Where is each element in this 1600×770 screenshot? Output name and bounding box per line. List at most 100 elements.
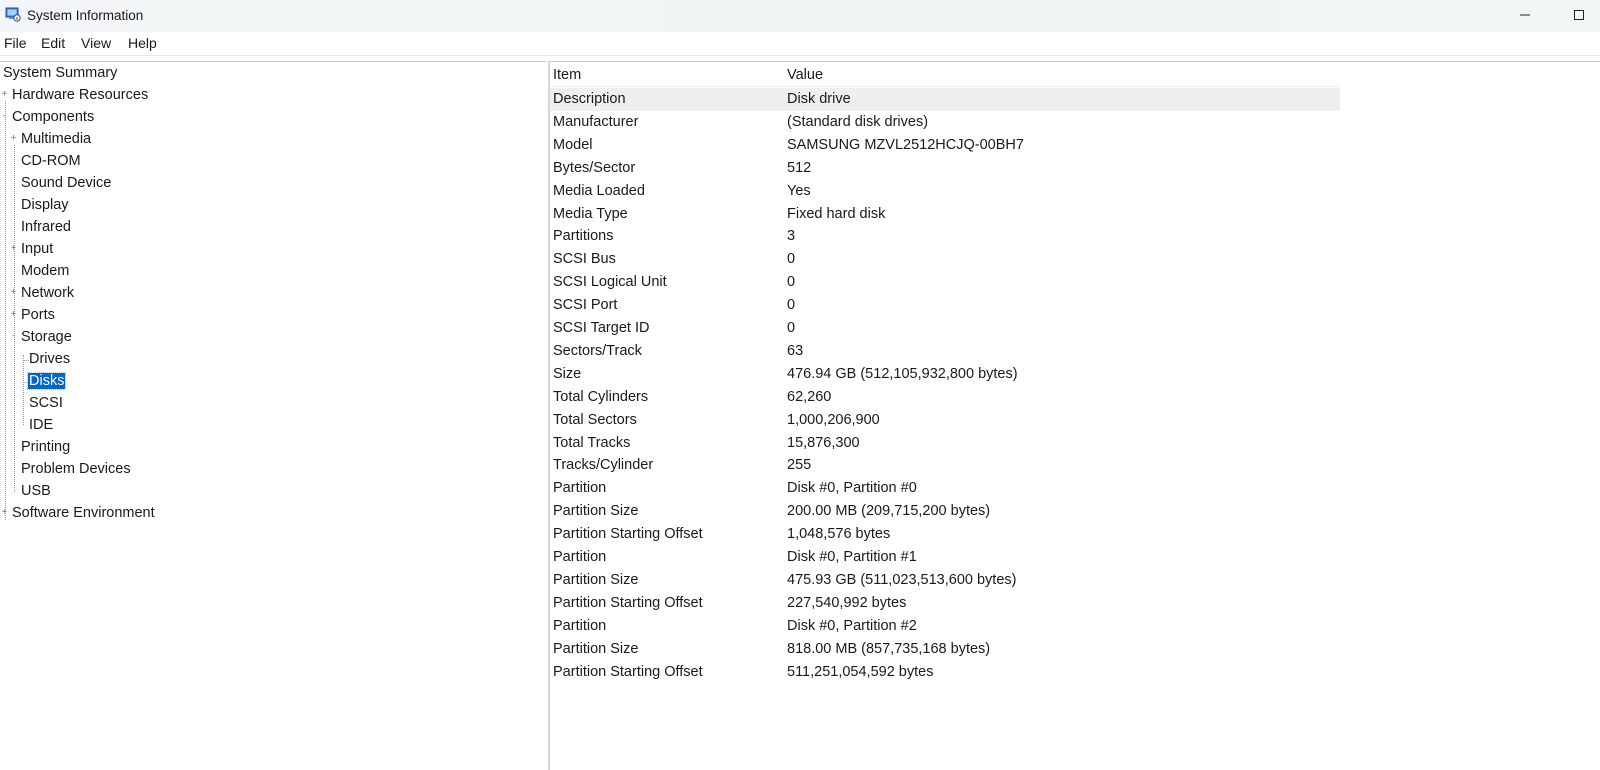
table-row[interactable]: Manufacturer (Standard disk drives) bbox=[550, 111, 1340, 134]
row-value-cell: 0 bbox=[787, 320, 796, 336]
row-value-cell: 15,876,300 bbox=[787, 434, 860, 451]
table-row[interactable]: Partition Starting Offset 227,540,992 byt… bbox=[550, 592, 1340, 615]
table-row[interactable]: SCSI Bus 0 bbox=[550, 248, 1340, 271]
tree-item-usb[interactable]: USB bbox=[20, 480, 52, 502]
table-row[interactable]: Partition Disk #0, Partition #0 bbox=[550, 477, 1340, 500]
minimize-button[interactable] bbox=[1502, 0, 1548, 32]
tree-item-software-environment[interactable]: + Software Environment bbox=[2, 502, 156, 524]
row-value-cell: 0 bbox=[787, 297, 796, 314]
table-row[interactable]: Total Tracks 15,876,300 bbox=[550, 432, 1340, 455]
row-item-cell: Description bbox=[553, 91, 626, 107]
expand-plus-icon[interactable]: + bbox=[0, 508, 9, 517]
row-item-cell: Partition Starting Offset bbox=[553, 663, 703, 680]
row-item-cell: SCSI Bus bbox=[553, 251, 616, 268]
tree-item-label: Software Environment bbox=[12, 505, 155, 521]
tree-item-cd-rom[interactable]: CD-ROM bbox=[20, 150, 82, 172]
table-row[interactable]: Partition Disk #0, Partition #2 bbox=[550, 615, 1340, 638]
table-row[interactable]: Partition Size 818.00 MB (857,735,168 byt… bbox=[550, 638, 1340, 661]
tree-item-storage[interactable]: - Storage bbox=[11, 326, 73, 348]
table-row[interactable]: Bytes/Sector 512 bbox=[550, 157, 1340, 180]
table-row[interactable]: Total Sectors 1,000,206,900 bbox=[550, 409, 1340, 432]
table-row[interactable]: Partition Starting Offset 511,251,054,592… bbox=[550, 661, 1340, 684]
row-value-cell: 62,260 bbox=[787, 388, 832, 405]
tree-item-printing[interactable]: Printing bbox=[20, 436, 71, 458]
tree-item-label: USB bbox=[21, 483, 51, 499]
table-row[interactable]: SCSI Target ID 0 bbox=[550, 317, 1340, 340]
tree-item-drives[interactable]: Drives bbox=[28, 348, 71, 370]
tree-item-network[interactable]: + Network bbox=[11, 282, 75, 304]
menu-edit[interactable]: Edit bbox=[41, 35, 65, 51]
table-row[interactable]: Model SAMSUNG MZVL2512HCJQ-00BH7 bbox=[550, 134, 1340, 157]
tree-item-hardware-resources[interactable]: + Hardware Resources bbox=[2, 84, 149, 106]
table-row[interactable]: Media Type Fixed hard disk bbox=[550, 203, 1340, 226]
column-header-item[interactable]: Item bbox=[553, 67, 581, 83]
row-item-cell: Media Loaded bbox=[553, 182, 645, 199]
tree-item-problem-devices[interactable]: Problem Devices bbox=[20, 458, 132, 480]
table-row[interactable]: Partitions 3 bbox=[550, 225, 1340, 248]
title-bar[interactable]: System Information bbox=[0, 0, 1600, 32]
row-item-cell: Partition bbox=[553, 480, 607, 497]
details-list[interactable]: Item Value Description Disk drive Manufact… bbox=[550, 61, 1600, 770]
tree-item-system-summary[interactable]: System Summary bbox=[2, 62, 118, 84]
tree-item-display[interactable]: Display bbox=[20, 194, 70, 216]
tree-item-multimedia[interactable]: + Multimedia bbox=[11, 128, 92, 150]
tree-item-input[interactable]: + Input bbox=[11, 238, 54, 260]
tree-item-components[interactable]: - Components bbox=[2, 106, 95, 128]
table-row[interactable]: SCSI Logical Unit 0 bbox=[550, 271, 1340, 294]
row-value-cell: 476.94 GB (512,105,932,800 bytes) bbox=[787, 365, 1018, 382]
collapse-minus-icon[interactable]: - bbox=[0, 112, 9, 121]
row-value-cell: 1,000,206,900 bbox=[787, 411, 880, 428]
row-item-cell: Partition Size bbox=[553, 503, 639, 520]
table-row[interactable]: Size 476.94 GB (512,105,932,800 bytes) bbox=[550, 363, 1340, 386]
row-item-cell: Total Sectors bbox=[553, 411, 637, 428]
menu-help[interactable]: Help bbox=[128, 35, 157, 51]
table-row[interactable]: Partition Size 200.00 MB (209,715,200 byt… bbox=[550, 500, 1340, 523]
expand-plus-icon[interactable]: + bbox=[0, 90, 9, 99]
row-item-cell: Partition Starting Offset bbox=[553, 526, 703, 543]
row-item-cell: Total Cylinders bbox=[553, 388, 649, 405]
maximize-button[interactable] bbox=[1556, 0, 1600, 32]
tree-item-label: Input bbox=[21, 241, 54, 257]
table-row[interactable]: SCSI Port 0 bbox=[550, 294, 1340, 317]
tree-item-label: Network bbox=[21, 285, 75, 301]
column-header-value[interactable]: Value bbox=[787, 67, 823, 83]
tree-item-ide[interactable]: IDE bbox=[28, 414, 54, 436]
expand-plus-icon[interactable]: + bbox=[9, 134, 18, 143]
table-row[interactable]: Total Cylinders 62,260 bbox=[550, 386, 1340, 409]
row-item-cell: Sectors/Track bbox=[553, 342, 642, 359]
row-item-cell: Partition Size bbox=[553, 571, 639, 588]
tree-item-sound-device[interactable]: Sound Device bbox=[20, 172, 112, 194]
expand-plus-icon[interactable]: + bbox=[9, 288, 18, 297]
tree-item-ports[interactable]: + Ports bbox=[11, 304, 56, 326]
tree-item-scsi[interactable]: SCSI bbox=[28, 392, 64, 414]
row-value-cell: 475.93 GB (511,023,513,600 bytes) bbox=[787, 571, 1017, 588]
table-row[interactable]: Partition Size 475.93 GB (511,023,513,600… bbox=[550, 569, 1340, 592]
expand-plus-icon[interactable]: + bbox=[9, 244, 18, 253]
tree-item-label: Printing bbox=[21, 439, 71, 455]
collapse-minus-icon[interactable]: - bbox=[9, 332, 18, 341]
tree-item-label: Modem bbox=[21, 263, 70, 279]
tree-item-label: Hardware Resources bbox=[12, 87, 149, 103]
row-value-cell: 227,540,992 bytes bbox=[787, 594, 907, 611]
tree-item-disks[interactable]: Disks bbox=[26, 370, 67, 392]
category-tree[interactable]: System Summary + Hardware Resources - Co… bbox=[0, 61, 546, 770]
tree-item-infrared[interactable]: Infrared bbox=[20, 216, 72, 238]
tree-item-modem[interactable]: Modem bbox=[20, 260, 70, 282]
table-row[interactable]: Description Disk drive bbox=[550, 88, 1340, 111]
row-item-cell: Total Tracks bbox=[553, 434, 631, 451]
table-row[interactable]: Partition Disk #0, Partition #1 bbox=[550, 546, 1340, 569]
tree-item-label: CD-ROM bbox=[21, 153, 81, 169]
expand-plus-icon[interactable]: + bbox=[9, 310, 18, 319]
row-value-cell: Disk #0, Partition #0 bbox=[787, 480, 917, 497]
menu-view[interactable]: View bbox=[81, 35, 111, 51]
table-row[interactable]: Partition Starting Offset 1,048,576 bytes bbox=[550, 523, 1340, 546]
window-title: System Information bbox=[27, 8, 144, 23]
tree-item-label: Display bbox=[21, 197, 69, 213]
tree-guide-line bbox=[5, 101, 6, 520]
table-row[interactable]: Tracks/Cylinder 255 bbox=[550, 454, 1340, 477]
row-item-cell: SCSI Logical Unit bbox=[553, 274, 667, 291]
table-row[interactable]: Media Loaded Yes bbox=[550, 180, 1340, 203]
menu-file[interactable]: File bbox=[4, 35, 27, 51]
table-row[interactable]: Sectors/Track 63 bbox=[550, 340, 1340, 363]
tree-item-label: Disks bbox=[26, 372, 67, 390]
